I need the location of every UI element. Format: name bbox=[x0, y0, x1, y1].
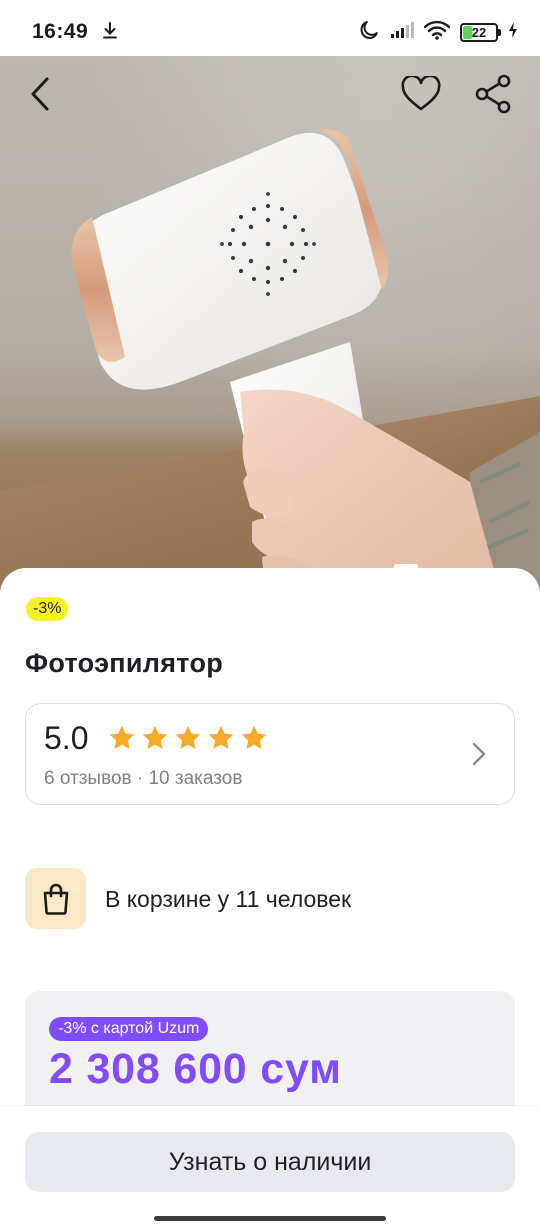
moon-icon bbox=[358, 19, 380, 46]
check-availability-button[interactable]: Узнать о наличии bbox=[25, 1132, 515, 1192]
download-icon bbox=[102, 22, 118, 45]
status-bar: 16:49 22 bbox=[0, 0, 540, 56]
charging-icon bbox=[508, 21, 518, 44]
signal-icon bbox=[390, 21, 414, 44]
battery-percent: 22 bbox=[471, 24, 487, 40]
back-arrow-icon bbox=[28, 76, 52, 117]
product-title: Фотоэпилятор bbox=[25, 648, 224, 678]
cart-info-text: В корзине у 11 человек bbox=[105, 886, 352, 912]
product-page: 16:49 22 -3% Фотоэпилятор 5.0 6 отзывов … bbox=[0, 0, 540, 1230]
star-icon bbox=[241, 725, 267, 749]
wifi-icon bbox=[423, 20, 451, 45]
product-photo bbox=[71, 129, 540, 592]
status-icons: 22 bbox=[358, 19, 518, 45]
rating-stars bbox=[108, 724, 268, 752]
shopping-bag-icon bbox=[25, 868, 86, 929]
share-icon bbox=[474, 74, 512, 119]
heart-icon bbox=[401, 73, 441, 117]
card-discount-badge: -3% с картой Uzum bbox=[49, 1017, 209, 1041]
rating-value: 5.0 bbox=[44, 720, 89, 756]
back-button[interactable] bbox=[16, 72, 64, 120]
battery-icon: 22 bbox=[460, 22, 501, 42]
share-button[interactable] bbox=[469, 72, 517, 120]
product-image-gallery[interactable] bbox=[0, 52, 540, 592]
star-icon bbox=[175, 725, 201, 749]
star-icon bbox=[109, 725, 135, 749]
discount-badge: -3% bbox=[26, 597, 69, 621]
status-time: 16:49 bbox=[32, 20, 89, 43]
chevron-right-icon bbox=[472, 742, 486, 771]
home-indicator[interactable] bbox=[154, 1216, 386, 1221]
bottom-bar: Узнать о наличии bbox=[0, 1106, 540, 1230]
favorite-button[interactable] bbox=[397, 72, 445, 120]
cart-info-row: В корзине у 11 человек bbox=[25, 868, 515, 930]
rating-meta: 6 отзывов · 10 заказов bbox=[44, 768, 243, 789]
star-icon bbox=[208, 725, 234, 749]
price: 2 308 600 сум bbox=[49, 1045, 342, 1093]
rating-card[interactable]: 5.0 6 отзывов · 10 заказов bbox=[25, 703, 515, 805]
star-icon bbox=[142, 725, 168, 749]
